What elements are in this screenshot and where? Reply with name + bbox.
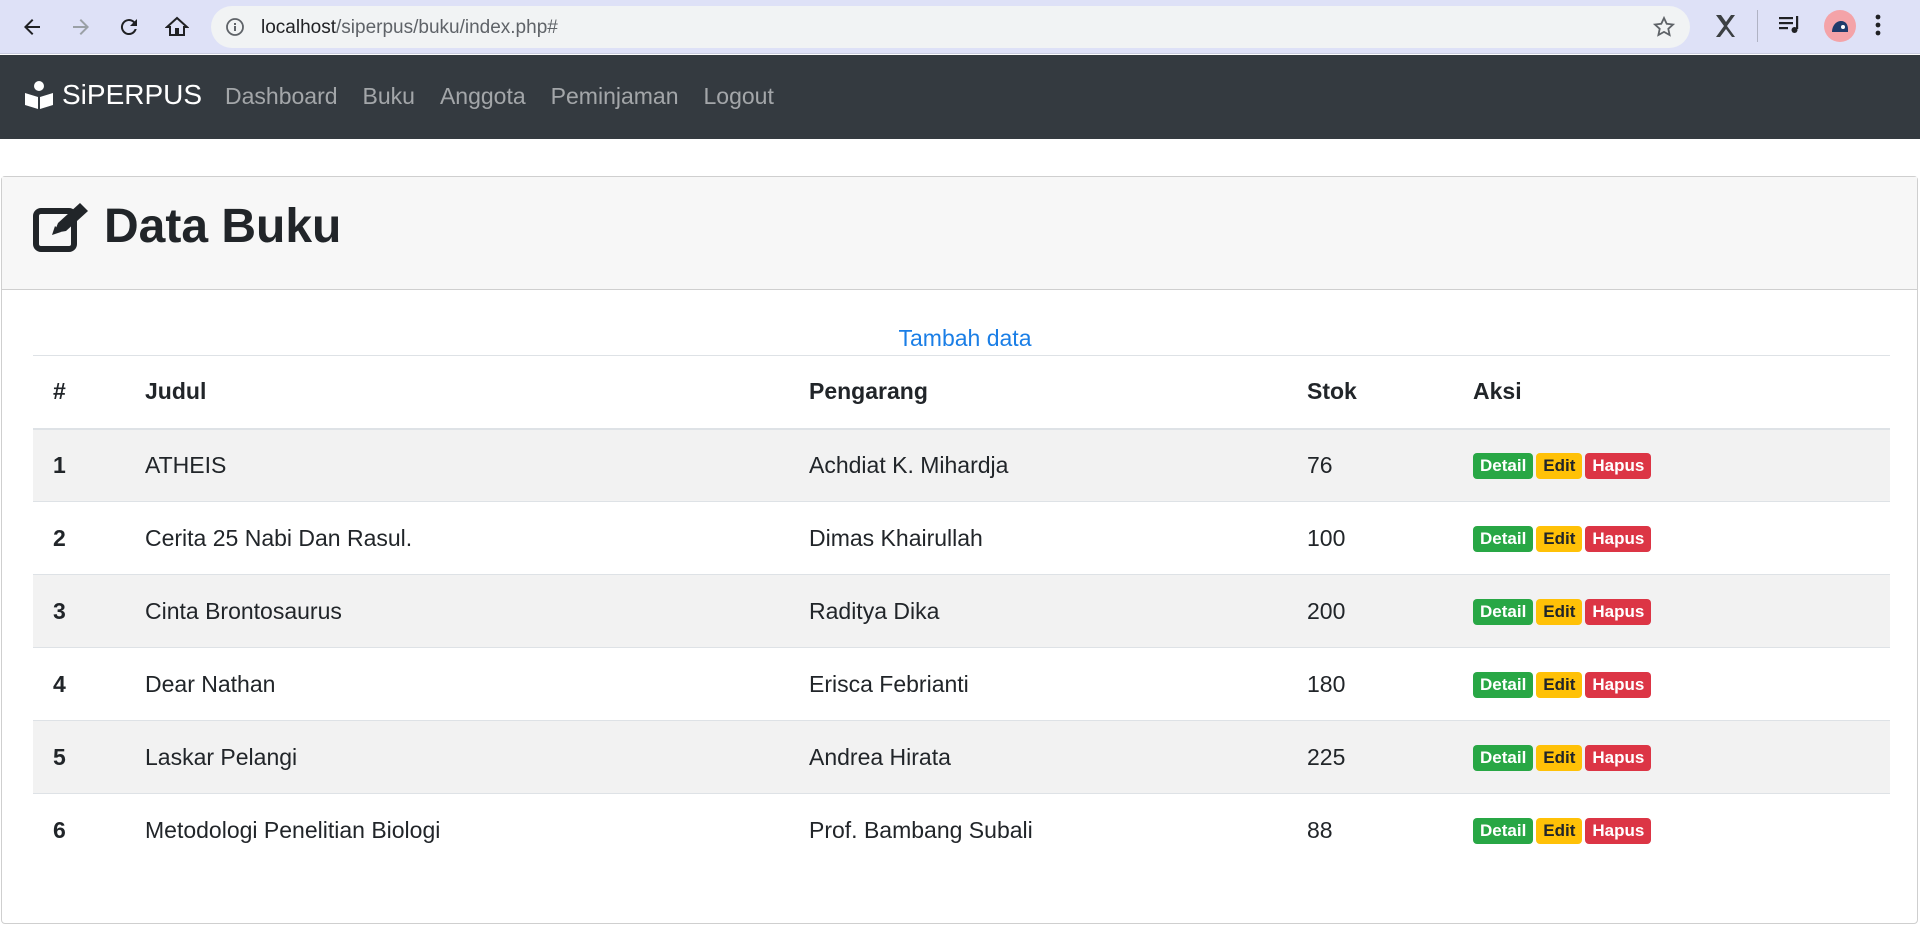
nav-links: Dashboard Buku Anggota Peminjaman Logout (225, 83, 799, 110)
col-header-stok: Stok (1307, 378, 1357, 405)
arrow-right-icon (73, 19, 89, 35)
nav-link-logout[interactable]: Logout (704, 83, 774, 110)
browser-toolbar: localhost/siperpus/buku/index.php# (0, 0, 1920, 54)
app-navbar: SiPERPUS Dashboard Buku Anggota Peminjam… (0, 55, 1920, 139)
table-header-row: # Judul Pengarang Stok Aksi (33, 355, 1890, 429)
cell-pengarang: Dimas Khairullah (809, 524, 983, 551)
cell-judul: Dear Nathan (145, 670, 276, 697)
cell-number: 4 (53, 670, 66, 697)
table-row: 2 Cerita 25 Nabi Dan Rasul. Dimas Khairu… (33, 502, 1890, 575)
arrow-left-icon (24, 19, 40, 35)
cell-pengarang: Prof. Bambang Subali (809, 816, 1033, 843)
edit-square-icon (33, 202, 88, 252)
cell-number: 3 (53, 597, 66, 624)
cell-judul: ATHEIS (145, 451, 227, 478)
edit-button[interactable]: Edit (1536, 818, 1583, 845)
cell-pengarang: Erisca Febrianti (809, 670, 969, 697)
edit-button[interactable]: Edit (1536, 598, 1583, 625)
nav-link-anggota[interactable]: Anggota (440, 83, 526, 110)
cell-aksi: Detail Edit Hapus (1453, 794, 1890, 867)
cell-number: 5 (53, 743, 66, 770)
cell-pengarang: Achdiat K. Mihardja (809, 451, 1009, 478)
page-title-text: Data Buku (104, 200, 342, 253)
col-header-number: # (53, 378, 66, 405)
url-text: localhost/siperpus/buku/index.php# (261, 17, 558, 39)
cell-judul: Cerita 25 Nabi Dan Rasul. (145, 524, 413, 551)
nav-link-dashboard[interactable]: Dashboard (225, 83, 338, 110)
address-bar[interactable]: localhost/siperpus/buku/index.php# (211, 6, 1690, 48)
data-card: Data Buku Tambah data # Judul Pengarang … (1, 176, 1918, 924)
col-header-aksi: Aksi (1473, 378, 1522, 405)
media-playlist-icon[interactable] (1777, 12, 1803, 43)
brand-logo[interactable]: SiPERPUS (24, 79, 202, 111)
edit-button[interactable]: Edit (1536, 671, 1583, 698)
cell-stok: 76 (1307, 451, 1333, 478)
back-button[interactable] (18, 13, 46, 41)
reload-icon (120, 19, 137, 36)
cell-aksi: Detail Edit Hapus (1453, 648, 1890, 721)
brand-name: SiPERPUS (62, 79, 203, 110)
edit-button[interactable]: Edit (1536, 525, 1583, 552)
page-title: Data Buku (32, 199, 341, 254)
cell-number: 2 (53, 524, 66, 551)
detail-button[interactable]: Detail (1473, 744, 1534, 771)
cell-aksi: Detail Edit Hapus (1453, 429, 1890, 502)
table-row: 4 Dear Nathan Erisca Febrianti 180 Detai… (33, 648, 1890, 721)
cell-number: 6 (53, 816, 66, 843)
cell-stok: 88 (1307, 816, 1333, 843)
table-row: 3 Cinta Brontosaurus Raditya Dika 200 De… (33, 574, 1890, 648)
hapus-button[interactable]: Hapus (1585, 671, 1652, 698)
profile-avatar-icon[interactable] (1824, 10, 1856, 47)
cell-stok: 180 (1307, 670, 1346, 697)
detail-button[interactable]: Detail (1473, 818, 1534, 845)
nav-link-peminjaman[interactable]: Peminjaman (551, 83, 679, 110)
hapus-button[interactable]: Hapus (1585, 525, 1652, 552)
cell-aksi: Detail Edit Hapus (1453, 502, 1890, 575)
cell-stok: 100 (1307, 524, 1346, 551)
detail-button[interactable]: Detail (1473, 598, 1534, 625)
cell-pengarang: Andrea Hirata (809, 743, 951, 770)
cell-judul: Cinta Brontosaurus (145, 597, 342, 624)
cell-aksi: Detail Edit Hapus (1453, 575, 1890, 648)
add-data-link[interactable]: Tambah data (2, 325, 1920, 352)
cell-judul: Metodologi Penelitian Biologi (145, 816, 441, 843)
cell-aksi: Detail Edit Hapus (1453, 721, 1890, 794)
url-path: /siperpus/buku/index.php# (336, 17, 558, 38)
table-row: 1 ATHEIS Achdiat K. Mihardja 76 Detail Ed… (33, 428, 1890, 502)
bookmark-star-icon[interactable] (1652, 15, 1676, 44)
info-icon[interactable] (225, 17, 245, 42)
home-icon (165, 16, 189, 36)
hapus-button[interactable]: Hapus (1585, 818, 1652, 845)
hapus-button[interactable]: Hapus (1585, 598, 1652, 625)
col-header-pengarang: Pengarang (809, 378, 928, 405)
detail-button[interactable]: Detail (1473, 525, 1534, 552)
detail-button[interactable]: Detail (1473, 453, 1534, 480)
edit-button[interactable]: Edit (1536, 744, 1583, 771)
toolbar-divider (1757, 10, 1758, 42)
kebab-menu-icon[interactable] (1873, 12, 1883, 43)
card-header: Data Buku (2, 177, 1917, 290)
reader-icon (25, 81, 53, 109)
cell-stok: 225 (1307, 743, 1346, 770)
reload-button[interactable] (115, 13, 143, 41)
url-host: localhost (261, 17, 336, 38)
home-button[interactable] (163, 13, 191, 41)
col-header-judul: Judul (145, 378, 207, 405)
extension-x-icon[interactable] (1712, 12, 1738, 45)
forward-button[interactable] (67, 13, 95, 41)
edit-button[interactable]: Edit (1536, 453, 1583, 480)
cell-stok: 200 (1307, 597, 1346, 624)
cell-judul: Laskar Pelangi (145, 743, 298, 770)
hapus-button[interactable]: Hapus (1585, 744, 1652, 771)
detail-button[interactable]: Detail (1473, 671, 1534, 698)
cell-number: 1 (53, 451, 66, 478)
table-row: 5 Laskar Pelangi Andrea Hirata 225 Detai… (33, 720, 1890, 794)
hapus-button[interactable]: Hapus (1585, 453, 1652, 480)
cell-pengarang: Raditya Dika (809, 597, 940, 624)
books-table: # Judul Pengarang Stok Aksi 1 ATHEIS Ach… (33, 355, 1890, 867)
table-row: 6 Metodologi Penelitian Biologi Prof. Ba… (33, 794, 1890, 867)
nav-link-buku[interactable]: Buku (363, 83, 415, 110)
